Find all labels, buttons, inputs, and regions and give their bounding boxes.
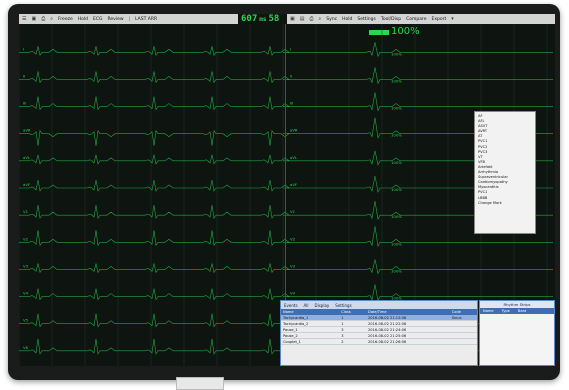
lead-label: V1	[290, 209, 296, 214]
ecg-trace-right	[287, 284, 553, 302]
ecg-trace-right	[287, 259, 553, 275]
ecg-trace-left	[19, 230, 290, 247]
context-menu: AF AFL ASVT AVRT AT PVC1 PVC2 PVC3 VT VFB Artefakt…	[474, 111, 536, 234]
lead-percent-label: 100%	[391, 268, 402, 273]
lead-label: V4	[290, 291, 296, 296]
menu-icon[interactable]: ☰	[22, 16, 26, 22]
lead-label: aVR	[23, 128, 31, 133]
tab-events[interactable]: Events	[284, 303, 298, 308]
rhythm-strip-header: Name Type Beat	[480, 308, 554, 314]
lead-label: aVF	[290, 182, 297, 187]
monitor-stand	[176, 377, 224, 390]
lead-label: III	[290, 101, 293, 106]
lead-label: III	[23, 101, 26, 106]
lead-percent-label: 100%	[391, 214, 402, 219]
table-cell-time: 2016-08-02 21:26:06	[366, 338, 450, 345]
lead-label: aVF	[23, 182, 30, 187]
ecg-trace-left	[19, 338, 290, 355]
lead-label: V2	[23, 236, 29, 241]
lead-label: aVR	[290, 128, 298, 133]
toolbar-item-settings[interactable]: Settings	[357, 17, 375, 22]
zoom-icon[interactable]: ⌕	[318, 16, 321, 22]
rhythm-strip-panel: Rhythm Strips Name Type Beat	[479, 300, 555, 366]
ecg-trace-left	[19, 96, 290, 111]
ecg-trace-right	[287, 67, 553, 85]
lead-percent-label: 100%	[391, 187, 402, 192]
lead-percent-label: 100%	[391, 78, 402, 83]
toolbar-item-ecg[interactable]: ECG	[93, 17, 102, 22]
ecg-trace-left	[19, 205, 290, 219]
lead-label: II	[290, 73, 292, 78]
event-panel-tabs: Events All Display Settings	[281, 301, 477, 309]
print-icon[interactable]: ⎙	[309, 16, 313, 22]
toolbar-item-compare[interactable]: Compare	[406, 17, 426, 22]
column-header-type[interactable]: Type	[502, 309, 510, 313]
lead-percent-label: 100%	[391, 51, 402, 56]
table-cell-cls: 2	[339, 338, 366, 345]
ecg-trace-left	[19, 46, 290, 57]
lead-label: V3	[290, 263, 296, 268]
lead-label: V4	[23, 291, 29, 296]
column-header-name[interactable]: Name	[483, 309, 494, 313]
open-folder-icon[interactable]: ▣	[31, 16, 36, 22]
ecg-trace-left	[19, 313, 290, 328]
toolbar-item-tool-disp[interactable]: Tool/Disp	[381, 17, 401, 22]
lead-label: V1	[23, 209, 29, 214]
ecg-trace-left	[19, 71, 290, 84]
toolbar-item-last-arr[interactable]: LAST ARR	[135, 17, 157, 22]
rr-readout: 607 ms 58	[241, 14, 279, 24]
zoom-icon[interactable]: ⌕	[50, 16, 53, 22]
lead-label: V6	[23, 345, 29, 350]
column-header-beat[interactable]: Beat	[518, 309, 526, 313]
lead-percent-label: 100%	[391, 241, 402, 246]
tab-all[interactable]: All	[304, 303, 309, 308]
ecg-trace-left	[19, 179, 290, 192]
ecg-trace-left	[19, 288, 290, 301]
table-cell-code	[449, 338, 477, 345]
tab-display[interactable]: Display	[315, 303, 330, 308]
lead-label: I	[290, 46, 291, 51]
lead-label: V3	[23, 263, 29, 268]
table-row[interactable]: Couplet_1 2 2016-08-02 21:26:06	[281, 338, 477, 345]
print-icon[interactable]: ⎙	[41, 16, 45, 22]
event-table: Name Class Date/Time Code Tachycardia_1 1…	[281, 309, 477, 345]
lead-label: I	[23, 46, 24, 51]
toolbar-separator: |	[128, 16, 131, 22]
toolbar-item-hold[interactable]: Hold	[78, 17, 88, 22]
lead-label: V2	[290, 236, 296, 241]
save-icon[interactable]: ▤	[300, 16, 305, 22]
ecg-trace-left	[19, 263, 290, 274]
lead-label: aVL	[290, 155, 298, 160]
ecg-trace-left	[19, 154, 290, 165]
rhythm-strip-title: Rhythm Strips	[480, 301, 554, 308]
lead-percent-label: 100%	[391, 106, 402, 111]
ecg-screen: ☰ ▣ ⎙ ⌕ Freeze Hold ECG Review | LAST AR…	[19, 14, 555, 366]
rr-unit: ms	[259, 16, 267, 23]
context-menu-item[interactable]: Change Mark	[478, 201, 532, 206]
toolbar-item-export[interactable]: Export	[431, 17, 446, 22]
toolbar-right: ▣ ▤ ⎙ ⌕ Sync Hold Settings Tool/Disp Com…	[287, 14, 555, 24]
toolbar-item-hold[interactable]: Hold	[342, 17, 352, 22]
toolbar-item-freeze[interactable]: Freeze	[58, 17, 73, 22]
lead-label: aVL	[23, 155, 31, 160]
ecg-trace-right	[287, 42, 553, 58]
toolbar-item-sync[interactable]: Sync	[326, 17, 337, 22]
ecg-trace-left	[19, 129, 290, 146]
lead-label: V5	[23, 318, 29, 323]
tab-settings[interactable]: Settings	[335, 303, 351, 308]
lead-percent-label: 100%	[391, 160, 402, 165]
chevron-down-icon[interactable]: ▾	[451, 16, 454, 22]
table-cell-name: Couplet_1	[281, 338, 340, 345]
toolbar-left: ☰ ▣ ⎙ ⌕ Freeze Hold ECG Review | LAST AR…	[19, 14, 238, 24]
toolbar-item-review[interactable]: Review	[107, 17, 123, 22]
lead-percent-label: 100%	[391, 133, 402, 138]
rr-value: 607	[241, 14, 258, 24]
hr-value: 58	[268, 14, 280, 24]
ecg-trace-right	[287, 92, 553, 112]
lead-label: II	[23, 73, 25, 78]
open-folder-icon[interactable]: ▣	[290, 16, 295, 22]
event-list-panel: Events All Display Settings Name Class D…	[280, 300, 478, 366]
